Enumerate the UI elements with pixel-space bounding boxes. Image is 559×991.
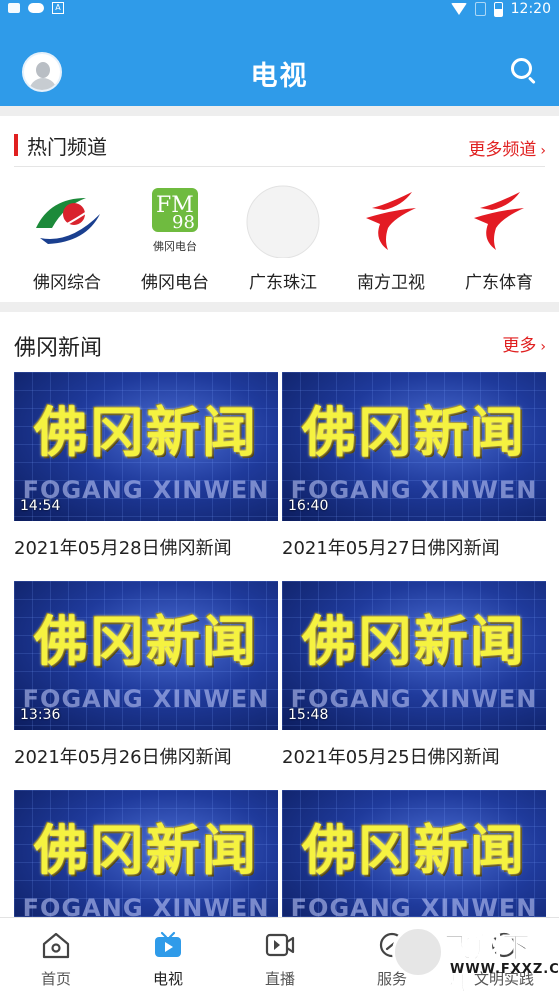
battery-icon bbox=[493, 1, 503, 17]
channel-name: 广东珠江 bbox=[249, 273, 317, 293]
tab-home[interactable]: 首页 bbox=[0, 918, 112, 991]
thumb-title: 佛冈新闻 bbox=[302, 401, 526, 464]
video-duration: 16:40 bbox=[288, 498, 329, 514]
message-icon bbox=[8, 3, 20, 13]
chevron-right-icon: › bbox=[540, 143, 546, 159]
svg-text:98: 98 bbox=[172, 212, 195, 233]
video-title: 2021年05月27日佛冈新闻 bbox=[282, 538, 500, 559]
channel-name: 广东体育 bbox=[465, 273, 533, 293]
more-channels-label: 更多频道 bbox=[468, 140, 537, 160]
tab-label: 电视 bbox=[152, 970, 183, 988]
watermark-url: WWW.FXXZ.COM bbox=[450, 962, 559, 977]
wifi-icon bbox=[450, 3, 467, 15]
video-title: 2021年05月25日佛冈新闻 bbox=[282, 747, 500, 768]
tab-tv[interactable]: 电视 bbox=[112, 918, 224, 991]
channel-name: 佛冈综合 bbox=[33, 273, 101, 293]
video-duration: 15:48 bbox=[288, 707, 329, 723]
hot-channels-header: 热门频道 更多频道 › bbox=[0, 120, 559, 166]
channel-item-fogang-general[interactable]: 佛冈综合 bbox=[14, 180, 120, 293]
watermark: 飞翔下载 WWW.FXXZ.COM bbox=[392, 924, 559, 991]
watermark-logo-icon bbox=[392, 926, 444, 978]
section-gap bbox=[0, 106, 559, 116]
video-title: 2021年05月28日佛冈新闻 bbox=[14, 538, 232, 559]
tab-live[interactable]: 直播 bbox=[224, 918, 336, 991]
page-title: 电视 bbox=[250, 61, 309, 92]
channel-item-nanfang-tv[interactable]: 南方卫视 bbox=[338, 180, 444, 293]
video-duration: 14:54 bbox=[20, 498, 61, 514]
app-header: 电视 bbox=[0, 20, 559, 106]
channel-item-fogang-radio[interactable]: FM 98 佛冈电台 佛冈电台 bbox=[122, 180, 228, 293]
channel-name: 佛冈电台 bbox=[141, 273, 209, 293]
hot-channels-title: 热门频道 bbox=[27, 135, 107, 159]
video-thumbnail: 佛冈新闻 FOGANG XINWEN 15:48 bbox=[282, 581, 546, 730]
thumb-title: 佛冈新闻 bbox=[34, 610, 258, 673]
watermark-text: 飞翔下载 bbox=[444, 931, 532, 991]
gdtv-logo-icon bbox=[366, 192, 416, 250]
channel-list: 佛冈综合 FM 98 佛冈电台 佛冈电台 广东珠江 南方卫视 广东体育 bbox=[0, 180, 559, 293]
thumb-title: 佛冈新闻 bbox=[34, 819, 258, 882]
more-news-link[interactable]: 更多 › bbox=[502, 331, 546, 356]
chevron-right-icon: › bbox=[540, 339, 546, 355]
more-channels-link[interactable]: 更多频道 › bbox=[468, 135, 546, 160]
app-notification-icon: A bbox=[52, 2, 64, 14]
more-news-label: 更多 bbox=[502, 336, 537, 356]
thumb-title: 佛冈新闻 bbox=[34, 401, 258, 464]
channel-item-guangdong-zhujiang[interactable]: 广东珠江 bbox=[230, 180, 336, 293]
channel-item-guangdong-sports[interactable]: 广东体育 bbox=[446, 180, 552, 293]
video-title: 2021年05月26日佛冈新闻 bbox=[14, 747, 232, 768]
blank-logo-icon bbox=[246, 185, 320, 258]
live-icon bbox=[265, 933, 295, 957]
tv-icon bbox=[155, 931, 181, 957]
thumb-title: 佛冈新闻 bbox=[302, 610, 526, 673]
news-header: 佛冈新闻 更多 › bbox=[0, 318, 559, 364]
gdtv-logo-icon bbox=[474, 192, 524, 250]
fogang-general-logo-icon bbox=[36, 198, 100, 244]
section-gap bbox=[0, 302, 559, 312]
video-duration: 13:36 bbox=[20, 707, 61, 723]
home-icon bbox=[42, 932, 70, 959]
section-accent-bar bbox=[14, 134, 18, 156]
fogang-radio-logo-icon: FM 98 佛冈电台 bbox=[152, 188, 198, 253]
news-title: 佛冈新闻 bbox=[14, 336, 103, 361]
video-thumbnail: 佛冈新闻 FOGANG XINWEN 14:54 bbox=[14, 372, 278, 521]
status-bar: A 12:20 bbox=[0, 0, 559, 20]
thumb-title: 佛冈新闻 bbox=[302, 819, 526, 882]
video-thumbnail: 佛冈新闻 FOGANG XINWEN 16:40 bbox=[282, 372, 546, 521]
cloud-icon bbox=[28, 3, 44, 13]
status-time: 12:20 bbox=[510, 1, 551, 17]
search-icon[interactable] bbox=[509, 56, 537, 85]
svg-text:佛冈电台: 佛冈电台 bbox=[153, 239, 197, 253]
sim-icon bbox=[474, 2, 486, 16]
video-thumbnail: 佛冈新闻 FOGANG XINWEN 13:36 bbox=[14, 581, 278, 730]
tab-label: 直播 bbox=[264, 970, 295, 988]
channel-name: 南方卫视 bbox=[357, 273, 425, 293]
tab-label: 首页 bbox=[40, 970, 71, 988]
divider bbox=[14, 166, 545, 167]
